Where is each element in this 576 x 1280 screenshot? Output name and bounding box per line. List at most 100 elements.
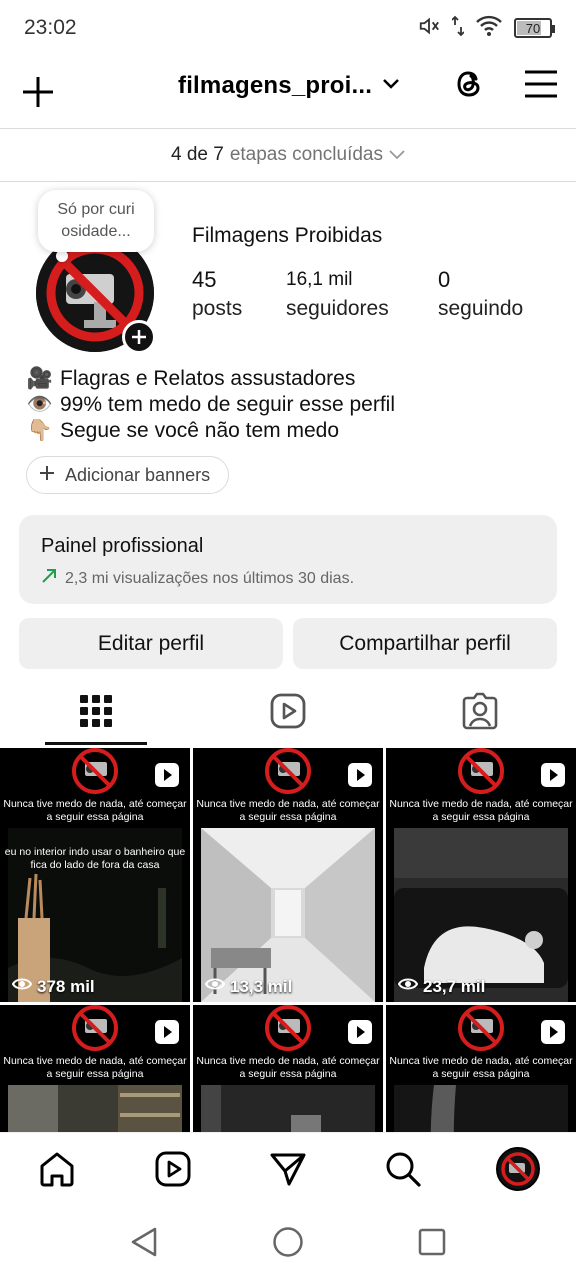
professional-dashboard[interactable]: Painel profissional 2,3 mi visualizações…	[19, 515, 557, 604]
tagged-icon	[462, 692, 498, 735]
stat-posts-label: posts	[192, 297, 243, 320]
stat-posts-value: 45	[192, 267, 217, 292]
post-thumbnail[interactable]: Nunca tive medo de nada, até começar a s…	[386, 1005, 576, 1132]
reels-icon	[270, 693, 306, 734]
post-caption: Nunca tive medo de nada, até começar a s…	[196, 1055, 380, 1080]
home-icon	[40, 1152, 74, 1187]
post-thumbnail[interactable]: Nunca tive medo de nada, até começar a s…	[193, 1005, 383, 1132]
steps-divider	[0, 181, 576, 182]
add-story-button[interactable]	[122, 320, 156, 354]
data-arrows-icon	[451, 15, 465, 42]
nav-home[interactable]	[35, 1147, 79, 1191]
posts-grid: Nunca tive medo de nada, até começar a s…	[0, 748, 576, 1132]
status-time: 23:02	[24, 16, 77, 39]
bio-text: Flagras e Relatos assustadores	[60, 367, 356, 390]
profile-header: filmagens_proi...	[0, 56, 576, 128]
view-count: 23,7 mil	[397, 976, 486, 997]
plus-icon	[39, 465, 55, 486]
tab-reels[interactable]	[192, 680, 384, 746]
eye-icon: 👁️	[26, 393, 54, 416]
system-nav	[0, 1204, 576, 1280]
stat-following-value: 0	[438, 267, 451, 292]
no-camera-logo	[458, 1005, 504, 1051]
mute-icon	[418, 15, 440, 42]
post-caption: Nunca tive medo de nada, até começar a s…	[389, 1055, 573, 1080]
reel-icon	[154, 762, 180, 788]
stat-following[interactable]: 0 seguindo	[438, 266, 523, 324]
bio-line: 👁️ 99% tem medo de seguir esse perfil	[26, 392, 395, 418]
point-down-icon: 👇🏼	[26, 419, 54, 442]
post-thumbnail[interactable]: Nunca tive medo de nada, até começar a s…	[0, 1005, 190, 1132]
system-home[interactable]	[270, 1224, 306, 1260]
tab-tagged[interactable]	[384, 680, 576, 746]
search-icon	[386, 1152, 421, 1187]
stat-followers[interactable]: 16,1 mil seguidores	[286, 266, 389, 324]
post-thumbnail[interactable]: Nunca tive medo de nada, até começar a s…	[193, 748, 383, 1002]
reel-icon	[347, 762, 373, 788]
views-eye-icon	[11, 976, 33, 997]
reel-icon	[540, 762, 566, 788]
profile-tabs	[0, 680, 576, 746]
chevron-down-icon	[389, 144, 405, 166]
account-switcher[interactable]: filmagens_proi...	[178, 72, 400, 100]
reel-icon	[154, 1019, 180, 1045]
recents-icon	[418, 1228, 446, 1256]
steps-progress[interactable]: 4 de 7 etapas concluídas	[0, 130, 576, 180]
view-count: 13,3 mil	[204, 976, 293, 997]
grid-icon	[80, 694, 112, 732]
direct-icon	[270, 1153, 306, 1186]
nav-direct[interactable]	[266, 1147, 310, 1191]
threads-icon[interactable]	[452, 66, 486, 107]
no-camera-logo	[72, 1005, 118, 1051]
views-text: 13,3 mil	[230, 976, 293, 996]
tab-grid[interactable]	[0, 680, 192, 746]
profile-avatar-wrap[interactable]	[36, 234, 158, 356]
bio-line: 👇🏼 Segue se você não tem medo	[26, 418, 395, 444]
bio-text: 99% tem medo de seguir esse perfil	[60, 393, 396, 416]
bio-text: Segue se você não tem medo	[60, 419, 340, 442]
home-circle-icon	[273, 1227, 303, 1257]
edit-profile-button[interactable]: Editar perfil	[19, 618, 283, 669]
reels-icon	[155, 1151, 191, 1187]
pro-panel-title: Painel profissional	[41, 535, 204, 557]
nav-reels[interactable]	[151, 1147, 195, 1191]
trend-up-icon	[41, 568, 57, 589]
add-banners-button[interactable]: Adicionar banners	[26, 456, 230, 494]
pro-panel-subtitle-row: 2,3 mi visualizações nos últimos 30 dias…	[41, 568, 535, 589]
active-tab-indicator	[45, 742, 147, 745]
share-profile-button[interactable]: Compartilhar perfil	[293, 618, 557, 669]
nav-search[interactable]	[381, 1147, 425, 1191]
battery-level: 70	[525, 20, 541, 36]
profile-display-name: Filmagens Proibidas	[192, 224, 383, 247]
post-thumbnail[interactable]: Nunca tive medo de nada, até começar a s…	[386, 748, 576, 1002]
profile-bio: 🎥 Flagras e Relatos assustadores 👁️ 99% …	[26, 366, 395, 444]
chevron-down-icon	[382, 77, 400, 95]
reel-icon	[540, 1019, 566, 1045]
menu-icon[interactable]	[524, 69, 558, 104]
bottom-nav	[0, 1132, 576, 1204]
no-camera-logo	[265, 1005, 311, 1051]
stat-following-label: seguindo	[438, 297, 524, 320]
header-username: filmagens_proi...	[178, 72, 373, 99]
views-text: 23,7 mil	[423, 976, 486, 996]
system-recents[interactable]	[414, 1224, 450, 1260]
views-text: 378 mil	[37, 976, 95, 996]
bio-line: 🎥 Flagras e Relatos assustadores	[26, 366, 395, 392]
stat-posts[interactable]: 45 posts	[192, 266, 242, 324]
add-banners-label: Adicionar banners	[65, 464, 211, 485]
nav-profile[interactable]	[496, 1147, 540, 1191]
steps-count: 4 de 7	[171, 144, 224, 165]
system-back[interactable]	[126, 1224, 162, 1260]
post-caption: Nunca tive medo de nada, até começar a s…	[196, 798, 380, 823]
views-eye-icon	[397, 976, 419, 997]
note-bubble[interactable]: Só por curi osidade...	[38, 190, 154, 252]
plus-icon[interactable]	[18, 72, 58, 112]
post-image	[8, 1085, 182, 1132]
header-divider	[0, 128, 576, 129]
post-caption: Nunca tive medo de nada, até começar a s…	[3, 1055, 187, 1080]
post-thumbnail[interactable]: Nunca tive medo de nada, até começar a s…	[0, 748, 190, 1002]
post-caption: Nunca tive medo de nada, até começar a s…	[389, 798, 573, 823]
no-camera-logo	[458, 748, 504, 794]
steps-label: etapas concluídas	[229, 144, 383, 165]
post-caption: Nunca tive medo de nada, até começar a s…	[3, 798, 187, 823]
